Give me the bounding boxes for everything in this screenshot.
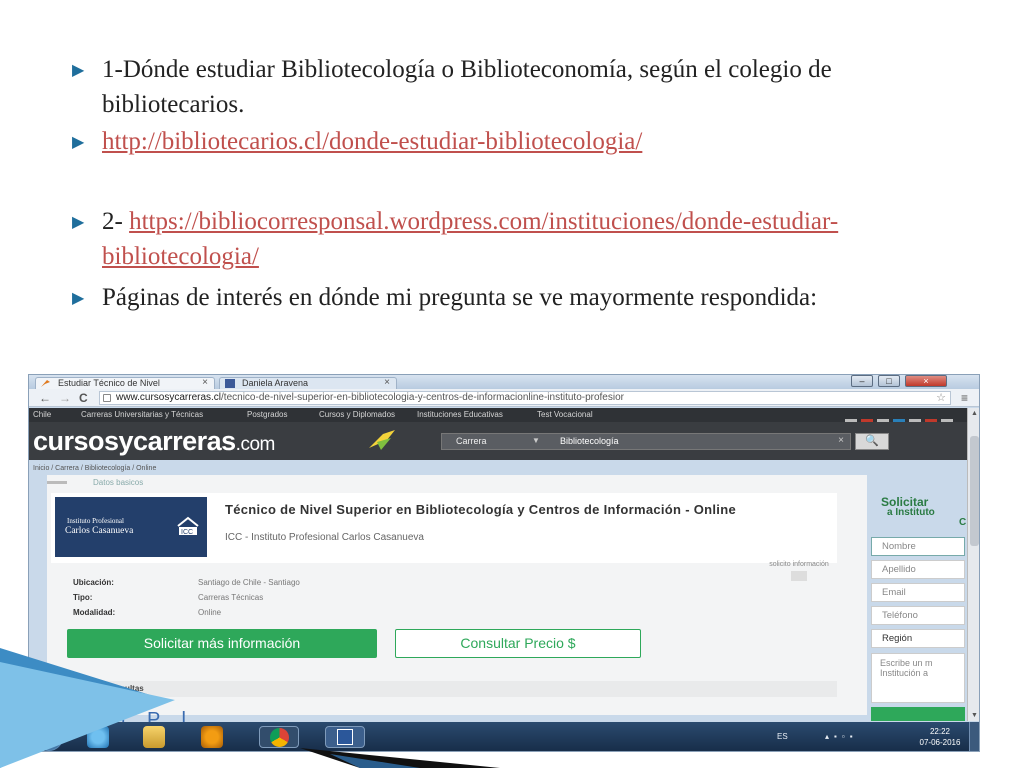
nav-item-cursos[interactable]: Cursos y Diplomados — [319, 409, 395, 421]
request-info-button[interactable]: Solicitar más información — [67, 629, 377, 658]
reload-icon[interactable]: C — [79, 391, 88, 405]
nav-item-carreras[interactable]: Carreras Universitarias y Técnicas — [81, 409, 203, 421]
bullet-arrow-icon: ▶ — [72, 134, 85, 151]
scroll-thumb[interactable] — [970, 436, 979, 546]
form-submit-button[interactable] — [871, 707, 965, 721]
check-price-button[interactable]: Consultar Precio $ — [395, 629, 641, 658]
tab-indicator — [47, 481, 67, 484]
media-player-icon[interactable] — [201, 726, 223, 748]
tab-label: Daniela Aravena — [242, 378, 309, 388]
bullet-item: ▶ Páginas de interés en dónde mi pregunt… — [72, 280, 962, 316]
site-search-bar[interactable]: Carrera ▼ Bibliotecología × — [441, 433, 851, 450]
page-scrollbar[interactable]: ▲ ▼ — [967, 408, 979, 721]
site-logo[interactable]: cursosycarreras.com — [33, 426, 275, 457]
word-icon[interactable] — [325, 726, 365, 748]
course-title: Técnico de Nivel Superior en Bibliotecol… — [225, 502, 736, 517]
site-favicon-icon — [41, 380, 50, 387]
bibliocorresponsal-link[interactable]: https://bibliocorresponsal.wordpress.com… — [102, 208, 838, 270]
bullet-item: ▶ 2- https://bibliocorresponsal.wordpres… — [72, 204, 962, 274]
bullet-item: ▶ http://bibliotecarios.cl/donde-estudia… — [72, 124, 962, 160]
browser-tab-strip: Estudiar Técnico de Nivel × Daniela Arav… — [29, 375, 979, 389]
form-subtitle: a Instituto — [887, 507, 935, 518]
detail-row: Modalidad: Online — [73, 608, 222, 617]
tab-close-icon[interactable]: × — [384, 378, 390, 388]
course-details: Ubicación: Santiago de Chile - Santiago T… — [73, 575, 300, 620]
bibliotecarios-link[interactable]: http://bibliotecarios.cl/donde-estudiar-… — [102, 128, 642, 155]
nav-item-test[interactable]: Test Vocacional — [537, 409, 593, 421]
facebook-favicon-icon — [225, 379, 235, 388]
svg-text:ICC: ICC — [181, 529, 193, 536]
url-path: /tecnico-de-nivel-superior-en-biblioteco… — [221, 392, 624, 403]
surname-field[interactable]: Apellido — [871, 560, 965, 579]
bookmark-star-icon[interactable]: ☆ — [936, 392, 946, 404]
name-field[interactable]: Nombre — [871, 537, 965, 556]
region-select[interactable]: Región — [871, 629, 965, 648]
chrome-icon[interactable] — [259, 726, 299, 748]
system-tray-icons[interactable]: ▴▪▫▪ — [825, 732, 858, 741]
phone-field[interactable]: Teléfono — [871, 606, 965, 625]
bullet-prefix: 2- — [102, 208, 130, 235]
scroll-up-icon[interactable]: ▲ — [971, 410, 978, 417]
search-button[interactable]: 🔍 — [855, 433, 889, 450]
bullet-text: Páginas de interés en dónde mi pregunta … — [102, 284, 818, 311]
recent-queries-header[interactable]: ⌄ Últimas Consultas — [51, 681, 837, 697]
browser-menu-icon[interactable]: ≡ — [961, 391, 968, 405]
nav-item-postgrados[interactable]: Postgrados — [247, 409, 287, 421]
page-icon — [103, 394, 111, 402]
window-close-button[interactable]: × — [905, 375, 947, 387]
language-indicator[interactable]: ES — [777, 732, 788, 741]
bullet-text: 1-Dónde estudiar Bibliotecología o Bibli… — [102, 56, 832, 118]
detail-row: Ubicación: Santiago de Chile - Santiago — [73, 578, 300, 587]
nav-item-instituciones[interactable]: Instituciones Educativas — [417, 409, 503, 421]
breadcrumb[interactable]: Inicio / Carrera / Bibliotecología / Onl… — [33, 465, 156, 472]
internet-explorer-icon[interactable] — [87, 726, 109, 748]
chevron-down-icon: ⌄ — [65, 684, 74, 693]
window-maximize-button[interactable]: □ — [878, 375, 900, 387]
course-institution[interactable]: ICC - Instituto Profesional Carlos Casan… — [225, 532, 424, 543]
request-info-widget[interactable]: solicito información — [769, 561, 829, 583]
icc-logo-icon: ICC — [177, 516, 199, 536]
search-category-select[interactable]: Carrera — [456, 436, 487, 446]
address-toolbar: ← → C www.cursosycarreras.cl/tecnico-de-… — [29, 389, 979, 407]
institution-logo[interactable]: Instituto Profesional Carlos Casanueva I… — [55, 497, 207, 557]
scroll-down-icon[interactable]: ▼ — [971, 712, 978, 719]
bullet-arrow-icon: ▶ — [72, 290, 85, 307]
email-field[interactable]: Email — [871, 583, 965, 602]
search-input[interactable]: Bibliotecología — [560, 436, 619, 446]
back-arrow-icon[interactable]: ← — [39, 391, 51, 405]
clear-search-icon[interactable]: × — [838, 435, 844, 446]
tab-label: Estudiar Técnico de Nivel — [58, 378, 160, 388]
embedded-browser-screenshot: Estudiar Técnico de Nivel × Daniela Arav… — [28, 374, 980, 752]
show-desktop-button[interactable] — [969, 722, 979, 751]
browser-tab[interactable]: Daniela Aravena × — [219, 377, 397, 389]
forward-arrow-icon[interactable]: → — [59, 391, 71, 405]
bird-logo-icon — [369, 430, 395, 450]
taskbar-clock[interactable]: 22:22 07-06-2016 — [915, 726, 965, 748]
url-field[interactable]: www.cursosycarreras.cl/tecnico-de-nivel-… — [99, 391, 951, 405]
tab-datos-basicos[interactable]: Datos basicos — [93, 478, 143, 487]
nav-item-country[interactable]: Chile — [33, 409, 51, 421]
url-host: www.cursosycarreras.cl — [116, 392, 222, 403]
site-top-nav: Chile Carreras Universitarias y Técnicas… — [29, 408, 979, 425]
tab-close-icon[interactable]: × — [202, 378, 208, 388]
bullet-arrow-icon: ▶ — [72, 62, 85, 79]
site-header: cursosycarreras.com Carrera ▼ Biblioteco… — [29, 422, 967, 460]
browser-tab-active[interactable]: Estudiar Técnico de Nivel × — [35, 377, 215, 389]
start-button[interactable] — [35, 724, 63, 751]
windows-taskbar: ES ▴▪▫▪ 22:22 07-06-2016 — [29, 722, 979, 751]
form-subtitle-cut: C — [959, 517, 967, 528]
message-textarea[interactable]: Escribe un m Institución a — [871, 653, 965, 703]
bullet-arrow-icon: ▶ — [72, 214, 85, 231]
detail-row: Tipo: Carreras Técnicas — [73, 593, 264, 602]
window-minimize-button[interactable]: – — [851, 375, 873, 387]
request-info-icon — [791, 571, 807, 581]
folder-icon[interactable] — [143, 726, 165, 748]
bullet-item: ▶ 1-Dónde estudiar Bibliotecología o Bib… — [72, 52, 962, 122]
chevron-down-icon: ▼ — [532, 436, 540, 445]
